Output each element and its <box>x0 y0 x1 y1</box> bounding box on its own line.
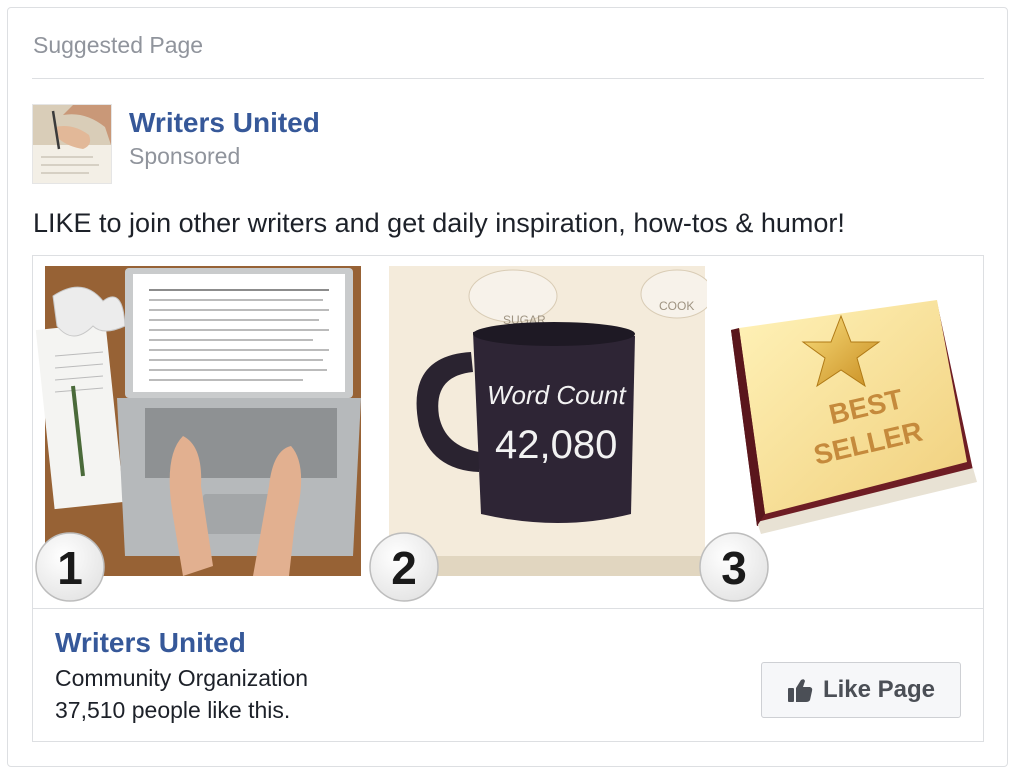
attachment-collage: SUGAR COOK Word Count 42,080 BEST SELLER… <box>35 266 983 602</box>
like-page-button-label: Like Page <box>822 676 936 703</box>
page-category: Community Organization <box>55 665 309 691</box>
header-divider <box>32 78 984 79</box>
like-page-button[interactable]: Like Page <box>761 662 961 718</box>
mug-text-line2: 42,080 <box>495 423 617 467</box>
badge-1: 1 <box>35 532 105 602</box>
attachment-page-name-link[interactable]: Writers United <box>55 627 246 659</box>
attachment-divider <box>33 608 983 609</box>
jar-label-right: COOK <box>659 299 694 313</box>
best-seller-book-image: BEST SELLER <box>707 266 983 576</box>
badge-3: 3 <box>699 532 769 602</box>
attachment-image-area[interactable]: SUGAR COOK Word Count 42,080 BEST SELLER… <box>33 256 983 608</box>
post-message: LIKE to join other writers and get daily… <box>33 208 845 238</box>
page-attachment: SUGAR COOK Word Count 42,080 BEST SELLER… <box>32 255 984 742</box>
page-name-link[interactable]: Writers United <box>129 107 320 139</box>
badge-2: 2 <box>369 532 439 602</box>
card-header-label: Suggested Page <box>33 32 204 58</box>
badge-1-number: 1 <box>57 542 83 594</box>
badge-3-number: 3 <box>721 542 747 594</box>
sponsored-label: Sponsored <box>129 143 241 169</box>
laptop-typing-image <box>35 266 361 576</box>
word-count-mug-image: SUGAR COOK Word Count 42,080 <box>389 266 714 576</box>
writing-hand-avatar-icon <box>33 105 111 183</box>
badge-2-number: 2 <box>391 542 417 594</box>
mug-text-line1: Word Count <box>487 380 627 410</box>
thumbs-up-icon <box>787 679 813 702</box>
page-likes-count: 37,510 people like this. <box>55 697 291 723</box>
page-avatar[interactable] <box>32 104 112 184</box>
